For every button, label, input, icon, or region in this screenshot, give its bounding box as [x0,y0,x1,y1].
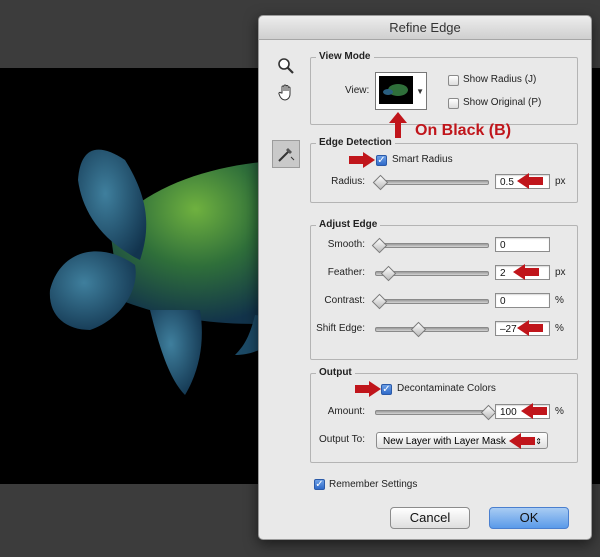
select-arrows-icon: ⇕ [535,437,542,446]
zoom-tool-icon[interactable] [274,54,298,78]
annotation-arrow-right-icon [349,152,375,168]
smooth-field[interactable]: 0 [495,237,550,252]
smooth-slider-track[interactable] [375,243,489,248]
annotation-arrow-left-icon [509,433,535,449]
radius-unit: px [555,176,566,187]
cancel-button[interactable]: Cancel [390,507,470,529]
view-thumbnail [379,76,413,104]
decontaminate-colors-checkbox[interactable]: ✓ [381,384,392,395]
amount-label: Amount: [327,406,365,417]
amount-unit: % [555,406,564,417]
ok-button[interactable]: OK [489,507,569,529]
contrast-unit: % [555,295,564,306]
view-mode-legend: View Mode [316,51,374,63]
decontaminate-colors-label: Decontaminate Colors [397,383,496,394]
dialog-title: Refine Edge [259,16,591,40]
hand-tool-icon[interactable] [274,80,298,104]
show-original-checkbox[interactable] [448,98,459,109]
output-to-label: Output To: [319,434,365,445]
feather-label: Feather: [327,267,365,278]
refine-edge-dialog: Refine Edge View Mode View: ▼ Show Radiu… [258,15,592,540]
shift-edge-label: Shift Edge: [316,323,365,334]
annotation-arrow-left-icon [517,173,543,189]
smart-radius-checkbox[interactable]: ✓ [376,155,387,166]
annotation-arrow-left-icon [513,264,539,280]
radius-label: Radius: [331,176,365,187]
contrast-field[interactable]: 0 [495,293,550,308]
show-original-label: Show Original (P) [463,97,542,108]
show-radius-checkbox[interactable] [448,75,459,86]
adjust-edge-legend: Adjust Edge [316,219,381,231]
view-label: View: [345,85,370,96]
shift-edge-slider-track[interactable] [375,327,489,332]
shift-edge-unit: % [555,323,564,334]
annotation-arrow-right-icon [355,381,381,397]
feather-unit: px [555,267,566,278]
on-black-callout: On Black (B) [415,122,512,139]
remember-settings-label: Remember Settings [329,479,418,490]
annotation-arrow-left-icon [517,320,543,336]
show-radius-label: Show Radius (J) [463,74,537,85]
output-legend: Output [316,367,355,379]
radius-slider-track[interactable] [375,180,489,185]
smooth-label: Smooth: [327,239,365,250]
chevron-down-icon: ▼ [416,87,424,96]
view-thumbnail-dropdown[interactable]: ▼ [375,72,427,110]
amount-slider-track[interactable] [375,410,489,415]
output-to-selected: New Layer with Layer Mask [383,436,506,447]
annotation-arrow-up-icon [389,112,407,138]
annotation-arrow-left-icon [521,403,547,419]
smart-radius-label: Smart Radius [392,154,453,165]
sea-turtle-image [49,149,300,395]
remember-settings-checkbox[interactable]: ✓ [314,479,325,490]
contrast-slider-track[interactable] [375,299,489,304]
edge-detection-legend: Edge Detection [316,137,395,149]
refine-radius-tool-icon[interactable] [272,140,300,168]
contrast-label: Contrast: [324,295,365,306]
